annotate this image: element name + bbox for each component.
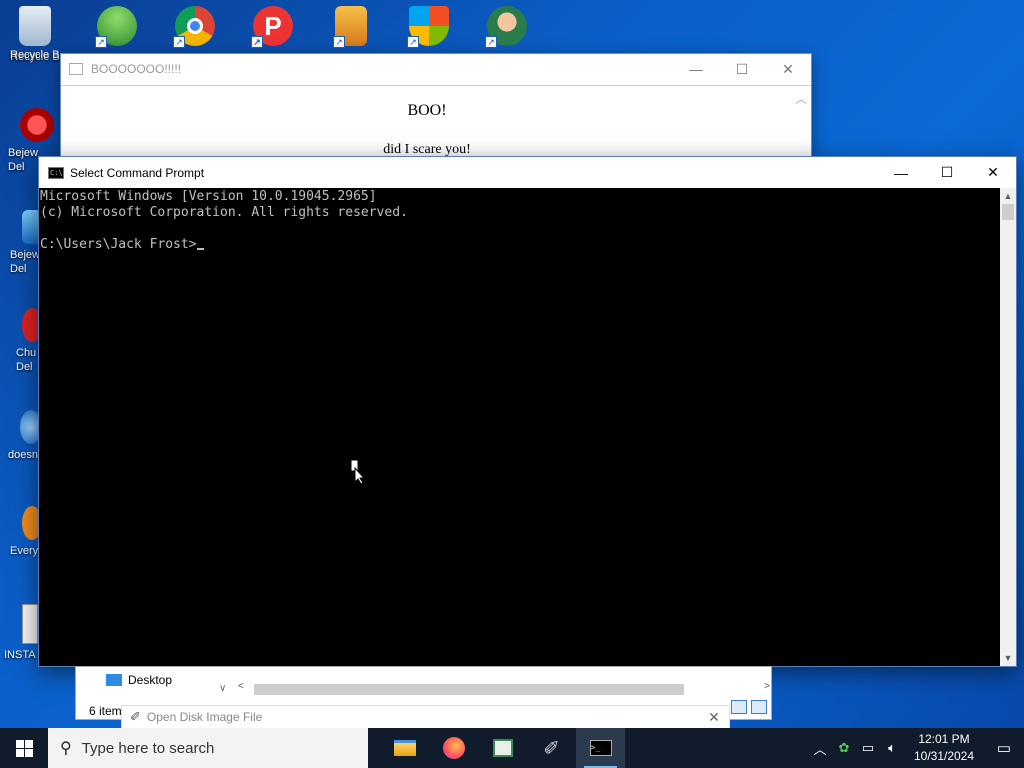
window-app-icon	[69, 63, 83, 75]
taskbar-command-prompt[interactable]: >_	[576, 728, 625, 768]
search-icon: ⚲	[60, 740, 72, 757]
close-button[interactable]: ✕	[765, 54, 811, 84]
desktop-icon-p-game[interactable]: P ↗	[238, 6, 308, 50]
recycle-bin-icon	[19, 6, 51, 46]
taskbar-app-window[interactable]	[478, 728, 527, 768]
maximize-button[interactable]: ☐	[719, 54, 765, 84]
messenger-icon: ↗	[95, 6, 137, 48]
console-output[interactable]: Microsoft Windows [Version 10.0.19045.29…	[39, 188, 1000, 666]
disk-window-title: Open Disk Image File	[146, 710, 263, 724]
taskbar-search-box[interactable]: ⚲ Type here to search	[48, 728, 368, 768]
file-explorer-icon	[393, 740, 416, 756]
taskbar-firefox[interactable]	[429, 728, 478, 768]
desktop-icon-chuzzle[interactable]: Chu Del	[0, 308, 42, 374]
desktop-icon-chrome[interactable]: ↗	[160, 6, 230, 50]
open-disk-image-window[interactable]: ✐ Open Disk Image File ✕	[121, 705, 730, 729]
boo-titlebar[interactable]: BOOOOOOO!!!!! — ☐ ✕	[61, 54, 811, 84]
character-game-icon: ↗	[485, 6, 527, 48]
disk-tool-icon: ✐	[543, 737, 560, 760]
notification-center-icon[interactable]: ▭	[984, 728, 1024, 768]
desktop-icon-doesnt[interactable]: doesn	[0, 410, 42, 462]
firefox-icon	[442, 737, 465, 759]
taskbar-apps: ✐ >_	[380, 728, 625, 768]
status-item-count: 6 item	[89, 704, 122, 718]
boo-heading: BOO!	[407, 102, 447, 119]
boo-window-title: BOOOOOOO!!!!!	[91, 62, 182, 76]
desktop-icon-bejeweled-2[interactable]: Bejew Del	[0, 108, 54, 174]
console-line-copyright: (c) Microsoft Corporation. All rights re…	[40, 205, 408, 220]
clock-time: 12:01 PM	[918, 732, 970, 746]
horizontal-scrollbar[interactable]: < >	[238, 681, 770, 697]
close-icon[interactable]: ✕	[699, 709, 729, 726]
taskbar-disk-tool[interactable]: ✐	[527, 728, 576, 768]
chevron-up-icon[interactable]: ︿	[808, 739, 832, 758]
scroll-up-arrow-icon[interactable]: ▲	[1000, 188, 1016, 204]
details-view-icon[interactable]	[731, 700, 747, 714]
scroll-up-icon[interactable]: ︿	[791, 86, 811, 107]
boo-scrollbar[interactable]: ︿	[791, 86, 811, 162]
desktop-icon-character-game[interactable]: ↗	[472, 6, 542, 50]
minimize-button[interactable]: —	[673, 54, 719, 84]
folder-app-icon: ↗	[333, 6, 367, 48]
taskbar-file-explorer[interactable]	[380, 728, 429, 768]
cmd-window-title: Select Command Prompt	[70, 165, 205, 180]
scroll-down-arrow-icon[interactable]: ▼	[1000, 650, 1016, 666]
install-file-icon	[22, 604, 38, 644]
large-icons-view-icon[interactable]	[751, 700, 767, 714]
bejeweled-icon	[20, 108, 54, 142]
cmd-scrollbar[interactable]: ▲ ▼	[1000, 188, 1016, 666]
clock-date: 10/31/2024	[913, 749, 975, 763]
windows-security-shield-icon: ↗	[407, 6, 449, 48]
cmd-titlebar[interactable]: C:\ Select Command Prompt — ☐ ✕	[39, 157, 1016, 188]
view-toggle[interactable]	[731, 700, 767, 714]
command-prompt-icon: >_	[589, 740, 612, 756]
desktop-icon-security[interactable]: ↗	[394, 6, 464, 50]
command-prompt-window[interactable]: C:\ Select Command Prompt — ☐ ✕ Microsof…	[38, 156, 1017, 667]
nav-item-desktop[interactable]: Desktop	[106, 673, 172, 687]
maximize-button[interactable]: ☐	[924, 158, 970, 188]
mouse-pointer-icon	[351, 460, 366, 484]
scroll-right-icon[interactable]: >	[764, 681, 770, 692]
volume-icon[interactable]: 🔈︎	[880, 740, 904, 756]
boo-content: BOO! did I scare you! ︿	[61, 85, 811, 162]
console-prompt: C:\Users\Jack Frost>	[40, 237, 197, 252]
console-prompt-line[interactable]: C:\Users\Jack Frost>	[40, 237, 1000, 253]
cmd-app-icon: C:\	[48, 166, 64, 179]
p-game-icon: P ↗	[251, 6, 293, 48]
desktop-icon-messenger[interactable]: ↗	[82, 6, 152, 50]
text-cursor	[196, 248, 204, 250]
clock[interactable]: 12:01 PM 10/31/2024	[904, 731, 984, 765]
chevron-down-icon[interactable]: ∨	[219, 683, 226, 694]
close-button[interactable]: ✕	[970, 158, 1016, 188]
people-tray-icon[interactable]: ✿	[832, 740, 856, 756]
scroll-thumb[interactable]	[1002, 204, 1014, 220]
desktop-folder-icon	[106, 674, 122, 686]
disk-image-icon: ✐	[130, 709, 141, 724]
windows-logo-icon	[15, 739, 33, 757]
system-tray: ︿ ✿ ▭ 🔈︎ 12:01 PM 10/31/2024 ▭	[808, 728, 1024, 768]
desktop-icon-install[interactable]: INSTA	[0, 604, 40, 662]
desktop-icon-bejeweled[interactable]: Bejew Del	[0, 210, 42, 276]
app-window-icon	[492, 739, 513, 757]
boo-window[interactable]: BOOOOOOO!!!!! — ☐ ✕ BOO! did I scare you…	[60, 53, 812, 163]
scroll-thumb[interactable]	[254, 684, 684, 695]
start-button[interactable]	[0, 728, 48, 768]
chrome-icon: ↗	[173, 6, 215, 48]
network-icon[interactable]: ▭	[856, 740, 880, 756]
taskbar: ⚲ Type here to search ✐ >_ ︿ ✿ ▭ 🔈︎ 12:0…	[0, 728, 1024, 768]
search-placeholder: Type here to search	[81, 739, 215, 757]
desktop-icon-everything[interactable]: Every	[0, 506, 42, 558]
console-line-version: Microsoft Windows [Version 10.0.19045.29…	[40, 189, 377, 204]
scroll-left-icon[interactable]: <	[238, 681, 244, 692]
desktop-icon-folder-app[interactable]: ↗	[316, 6, 386, 50]
minimize-button[interactable]: —	[878, 158, 924, 188]
